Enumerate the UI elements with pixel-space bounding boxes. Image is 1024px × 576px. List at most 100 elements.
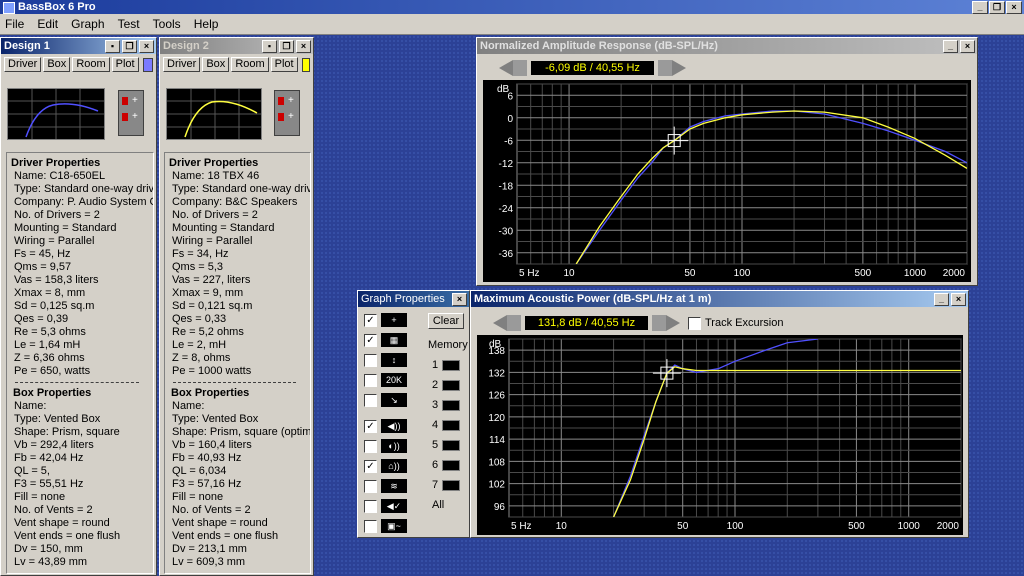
box-property-row: Shape: Prism, square: [14, 426, 120, 438]
box-property-row: F3 = 55,51 Hz: [14, 478, 84, 490]
acoustic-next-arrow-icon[interactable]: [666, 315, 680, 331]
design-2-copy-icon[interactable]: ❐: [279, 40, 294, 53]
graph-properties-close-icon[interactable]: ×: [452, 293, 467, 306]
design-2-box-header: Box Properties: [171, 387, 250, 399]
filter-icon: ≋: [381, 479, 407, 493]
graph-option-checkbox[interactable]: [364, 353, 377, 367]
design-2-tab-box[interactable]: Box: [202, 57, 230, 72]
memory-slot-number: 4: [432, 419, 439, 431]
amplitude-prev-arrow-icon[interactable]: [499, 60, 513, 76]
driver-property-row: Xmax = 9, mm: [172, 287, 244, 299]
graph-option-checkbox[interactable]: [364, 479, 377, 493]
acoustic-step-back-icon[interactable]: [507, 315, 521, 331]
restore-button[interactable]: ❐: [989, 1, 1005, 14]
box-property-row: Vent ends = one flush: [172, 530, 279, 542]
memory-slot-box: [442, 379, 461, 391]
design-1-copy-icon[interactable]: ❐: [122, 40, 137, 53]
box-property-row: F3 = 57,16 Hz: [172, 478, 242, 490]
acoustic-power-titlebar[interactable]: Maximum Acoustic Power (dB-SPL/Hz at 1 m…: [471, 291, 968, 307]
graph-option-checkbox[interactable]: [364, 393, 377, 407]
design-1-title: Design 1: [4, 40, 50, 52]
box-property-row: Vent shape = round: [14, 517, 110, 529]
close-button[interactable]: ×: [1006, 1, 1022, 14]
design-1-tab-plot[interactable]: Plot: [111, 57, 139, 72]
design-2-title: Design 2: [163, 40, 209, 52]
acoustic-prev-arrow-icon[interactable]: [493, 315, 507, 331]
amplitude-step-fwd-icon[interactable]: [658, 60, 672, 76]
driver-property-row: Le = 1,64 mH: [14, 339, 81, 351]
design-1-mini-plot: [7, 88, 105, 140]
design-2-tab-room[interactable]: Room: [231, 57, 269, 72]
design-2-titlebar[interactable]: Design 2 ▪ ❐ ×: [160, 38, 313, 54]
acoustic-power-plot[interactable]: dB 138 132 126 120 114 108 102 96 5 Hz 10 50 100 500 1…: [477, 335, 963, 535]
memory-slot[interactable]: 1: [432, 359, 461, 371]
design-2-mini-plot: [166, 88, 262, 140]
design-2-tab-plot[interactable]: Plot: [270, 57, 298, 72]
memory-slot[interactable]: 7: [432, 479, 461, 491]
graph-option-checkbox[interactable]: ✓: [364, 333, 377, 347]
graph-option-checkbox[interactable]: ✓: [364, 313, 377, 327]
design-1-close-icon[interactable]: ×: [139, 40, 154, 53]
driver-property-row: Vas = 158,3 liters: [14, 274, 99, 286]
graph-properties-titlebar[interactable]: Graph Properties ×: [358, 291, 469, 307]
memory-slot[interactable]: 6: [432, 459, 461, 471]
graph-option-checkbox[interactable]: [364, 499, 377, 513]
box-property-row: Lv = 609,3 mm: [172, 556, 246, 568]
design-1-titlebar[interactable]: Design 1 ▪ ❐ ×: [1, 38, 156, 54]
amplitude-minimize-icon[interactable]: _: [943, 40, 958, 53]
driver-property-row: Re = 5,3 ohms: [14, 326, 86, 338]
graph-properties-window: Graph Properties × ✓ + ✓ ▦ ↕ 20K ↘ ✓ ◀)) ◐)) ✓ ⌂)) ≋…: [357, 290, 470, 538]
box-property-row: QL = 5,: [14, 465, 50, 477]
crosshair-icon: +: [381, 313, 407, 327]
graph-option-checkbox[interactable]: [364, 439, 377, 453]
memory-slot[interactable]: 3: [432, 399, 461, 411]
box-property-row: Lv = 43,89 mm: [14, 556, 88, 568]
memory-all-button[interactable]: All: [432, 499, 444, 511]
x-tick-label: 5 Hz: [519, 268, 540, 279]
design-1-save-icon[interactable]: ▪: [105, 40, 120, 53]
menu-file[interactable]: File: [0, 14, 29, 34]
graph-option-checkbox[interactable]: ✓: [364, 459, 377, 473]
speaker-graph-icon: ◀✓: [381, 499, 407, 513]
amplitude-response-titlebar[interactable]: Normalized Amplitude Response (dB-SPL/Hz…: [477, 38, 977, 54]
design-2-color-swatch[interactable]: [301, 58, 310, 72]
menu-tools[interactable]: Tools: [148, 14, 186, 34]
design-1-color-swatch[interactable]: [142, 58, 153, 72]
amplitude-plot[interactable]: dB 6 0 -6 -12 -18 -24 -30 -36 5 Hz 10 50 100 500 1000 2…: [483, 80, 971, 282]
design-1-tab-room[interactable]: Room: [72, 57, 110, 72]
design-2-tab-driver[interactable]: Driver: [163, 57, 201, 72]
x-tick-label: 2000: [943, 268, 966, 279]
driver-property-row: Mounting = Standard: [14, 222, 117, 234]
driver-property-row: Re = 5,2 ohms: [172, 326, 244, 338]
menu-test[interactable]: Test: [113, 14, 145, 34]
amplitude-step-back-icon[interactable]: [513, 60, 527, 76]
graph-option-checkbox[interactable]: [364, 373, 377, 387]
design-2-speaker-icon: + +: [274, 90, 300, 136]
memory-slot[interactable]: 5: [432, 439, 461, 451]
acoustic-close-icon[interactable]: ×: [951, 293, 966, 306]
design-2-close-icon[interactable]: ×: [296, 40, 311, 53]
minimize-button[interactable]: _: [972, 1, 988, 14]
y-tick-label: 114: [489, 435, 505, 446]
track-excursion-checkbox[interactable]: [688, 316, 701, 330]
y-tick-label: -36: [499, 249, 514, 260]
design-1-tab-driver[interactable]: Driver: [4, 57, 42, 72]
graph-option-checkbox[interactable]: [364, 519, 377, 533]
menu-graph[interactable]: Graph: [66, 14, 109, 34]
acoustic-minimize-icon[interactable]: _: [934, 293, 949, 306]
memory-slot[interactable]: 2: [432, 379, 461, 391]
amplitude-close-icon[interactable]: ×: [960, 40, 975, 53]
menu-help[interactable]: Help: [189, 14, 224, 34]
design-2-save-icon[interactable]: ▪: [262, 40, 277, 53]
design-1-properties: Driver Properties Name: C18-650EL Type: S…: [6, 152, 154, 574]
amplitude-next-arrow-icon[interactable]: [672, 60, 686, 76]
design-2-window: Design 2 ▪ ❐ × Driver Box Room Plot + + Dri…: [159, 37, 314, 576]
clear-button[interactable]: Clear: [428, 313, 464, 329]
acoustic-step-fwd-icon[interactable]: [652, 315, 666, 331]
graph-option-checkbox[interactable]: ✓: [364, 419, 377, 433]
box-property-row: Fb = 40,93 Hz: [172, 452, 242, 464]
track-excursion-label: Track Excursion: [705, 317, 784, 329]
menu-edit[interactable]: Edit: [32, 14, 63, 34]
design-1-tab-box[interactable]: Box: [43, 57, 71, 72]
memory-slot[interactable]: 4: [432, 419, 461, 431]
